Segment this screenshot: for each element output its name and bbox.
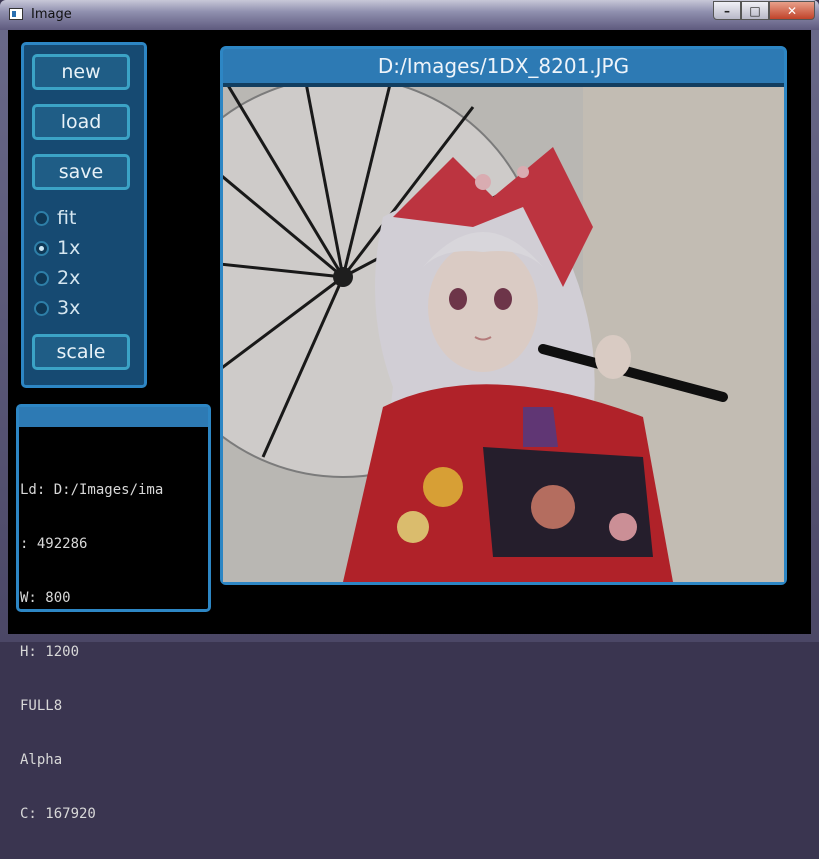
info-line-colors: C: 167920 [20,806,96,822]
zoom-option-1x[interactable]: 1x [34,235,80,261]
caption-buttons: – □ ✕ [713,1,815,21]
window-title: Image [31,7,72,22]
info-line-alpha: Alpha [20,752,63,768]
zoom-option-label: 1x [57,237,81,259]
minimize-button[interactable]: – [713,1,741,20]
zoom-option-fit[interactable]: fit [34,205,76,231]
info-line-size: : 492286 [20,536,88,552]
radio-indicator[interactable] [34,300,49,316]
app-window: Image – □ ✕ new load save fit 1x 2x 3x s… [0,0,819,822]
info-line-path: Ld: D:/Images/ima [20,482,164,498]
info-panel: Ld: D:/Images/ima : 492286 W: 800 H: 120… [16,404,211,822]
client-area: new load save fit 1x 2x 3x scale Ld: D:/… [8,30,811,822]
scale-button[interactable]: scale [32,334,130,370]
zoom-option-label: fit [57,207,77,229]
minimize-icon: – [724,3,730,18]
maximize-icon: □ [749,3,761,18]
image-panel: D:/Images/1DX_8201.JPG [220,46,787,585]
close-icon: ✕ [786,3,798,18]
control-panel: new load save fit 1x 2x 3x scale [21,42,147,388]
radio-indicator[interactable] [34,240,49,256]
info-lines: Ld: D:/Images/ima : 492286 W: 800 H: 120… [20,445,206,859]
photo-view[interactable] [223,87,784,582]
doll-umbrella-photo-icon [223,87,784,582]
zoom-option-label: 3x [57,297,81,319]
info-panel-header[interactable] [19,407,208,427]
info-line-width: W: 800 [20,590,71,606]
maximize-button[interactable]: □ [741,1,769,20]
app-icon[interactable] [9,8,23,20]
info-line-format: FULL8 [20,698,63,714]
load-button[interactable]: load [32,104,130,140]
zoom-option-3x[interactable]: 3x [34,295,80,321]
zoom-option-2x[interactable]: 2x [34,265,80,291]
radio-indicator[interactable] [34,270,49,286]
save-button[interactable]: save [32,154,130,190]
close-button[interactable]: ✕ [769,1,815,20]
image-title[interactable]: D:/Images/1DX_8201.JPG [223,49,784,83]
zoom-option-label: 2x [57,267,81,289]
title-bar[interactable]: Image – □ ✕ [0,0,819,30]
radio-indicator[interactable] [34,210,49,226]
info-line-height: H: 1200 [20,644,80,660]
new-button[interactable]: new [32,54,130,90]
